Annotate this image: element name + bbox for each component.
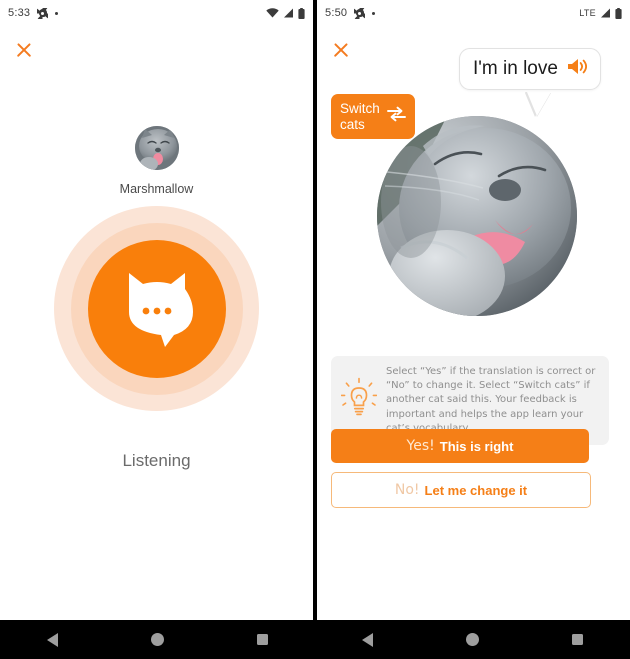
yes-word: Yes! — [406, 438, 435, 454]
wifi-icon — [266, 8, 279, 18]
cat-speech-bubble-icon — [128, 272, 193, 347]
no-word: No! — [394, 482, 420, 498]
dot-icon — [372, 11, 376, 15]
no-rest-label: Let me change it — [424, 482, 528, 498]
listening-status-label: Listening — [122, 451, 191, 470]
speech-bubble: I'm in love — [459, 48, 601, 90]
listening-screen-body: Marshmallow Listening — [0, 26, 313, 620]
speech-bubble-tail — [527, 92, 551, 116]
microphone-button[interactable] — [87, 239, 226, 378]
status-bar-left-group: 5:33 — [8, 7, 59, 19]
nav-left — [0, 620, 315, 659]
swap-arrows-icon — [386, 106, 406, 127]
close-icon[interactable] — [329, 38, 353, 62]
home-icon[interactable] — [150, 633, 164, 646]
back-icon[interactable] — [46, 632, 58, 647]
android-navigation-bar — [0, 620, 630, 659]
status-bar-left: 5:33 — [0, 0, 313, 29]
status-bar-right-group-2: LTE — [579, 7, 622, 19]
recents-icon[interactable] — [572, 634, 584, 645]
tip-text: Select “Yes” if the translation is corre… — [386, 366, 596, 434]
gear-icon — [354, 7, 366, 19]
cat-name-label: Marshmallow — [119, 182, 194, 196]
phone-screen-listening: 5:33 Marshmallow Listening — [0, 0, 313, 620]
result-screen-body: I'm in love Switch cats Select “Yes” if … — [317, 26, 630, 620]
status-bar-left-group-2: 5:50 — [325, 7, 376, 19]
back-icon[interactable] — [361, 632, 373, 647]
screenshot-frame: 5:33 Marshmallow Listening 5:50 LTE I'm … — [0, 0, 630, 659]
phone-screen-result: 5:50 LTE I'm in love Switch cats Select … — [317, 0, 630, 620]
translation-text: I'm in love — [473, 58, 558, 79]
pulse-ring-mid — [70, 222, 243, 395]
pulse-ring-outer — [54, 206, 259, 411]
speaker-icon[interactable] — [567, 58, 587, 80]
recents-icon[interactable] — [257, 634, 269, 645]
gear-icon — [37, 7, 49, 19]
switch-cats-button[interactable]: Switch cats — [331, 94, 415, 140]
cat-avatar[interactable] — [134, 126, 179, 170]
cat-photo[interactable] — [377, 116, 577, 316]
status-time: 5:33 — [8, 7, 31, 19]
status-bar-right: 5:50 LTE — [317, 0, 630, 29]
network-type-label: LTE — [579, 8, 596, 18]
listening-control: Listening — [0, 206, 313, 471]
home-icon[interactable] — [465, 633, 479, 646]
signal-icon — [600, 8, 611, 18]
signal-icon — [283, 8, 294, 18]
yes-rest-label: This is right — [439, 438, 514, 454]
status-time: 5:50 — [325, 7, 348, 19]
dot-icon — [55, 11, 59, 15]
nav-right — [315, 620, 630, 659]
switch-cats-line2: cats — [340, 116, 365, 132]
reject-no-button[interactable]: No! Let me change it — [331, 472, 591, 508]
battery-icon — [298, 7, 305, 19]
confirm-yes-button[interactable]: Yes! This is right — [331, 429, 589, 463]
switch-cats-label: Switch cats — [340, 101, 380, 132]
cat-identity: Marshmallow — [0, 126, 313, 196]
switch-cats-line1: Switch — [340, 101, 380, 116]
lightbulb-icon — [340, 377, 378, 424]
status-bar-right-group — [266, 7, 305, 19]
close-icon[interactable] — [12, 38, 36, 62]
battery-icon — [615, 7, 622, 19]
